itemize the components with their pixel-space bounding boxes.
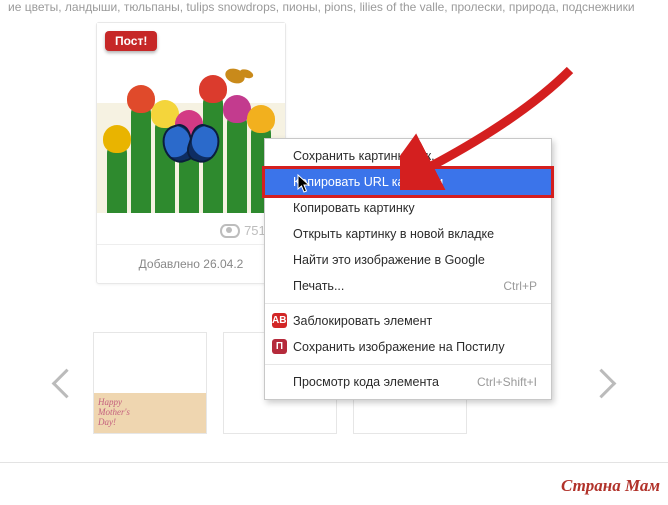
ctx-item-label: Просмотр кода элемента	[293, 375, 439, 389]
post-meta: 7510	[97, 213, 285, 245]
views-icon	[220, 224, 240, 238]
butterfly-small-icon	[223, 66, 247, 86]
context-menu: Сохранить картинку как... Копировать URL…	[264, 138, 552, 400]
abp-icon: ABP	[272, 313, 287, 328]
ctx-item-label: Открыть картинку в новой вкладке	[293, 227, 494, 241]
ctx-item-label: Найти это изображение в Google	[293, 253, 485, 267]
ctx-inspect-element[interactable]: Просмотр кода элемента Ctrl+Shift+I	[265, 369, 551, 395]
divider	[0, 462, 668, 463]
post-card[interactable]: Пост! 7510 Добавлено 26.04.2	[96, 22, 286, 284]
post-badge[interactable]: Пост!	[105, 31, 157, 51]
added-date: Добавлено 26.04.2	[97, 245, 285, 283]
thumbnail-item[interactable]	[93, 332, 207, 434]
ctx-search-image-google[interactable]: Найти это изображение в Google	[265, 247, 551, 273]
butterfly-icon	[163, 123, 219, 163]
ctx-copy-image[interactable]: Копировать картинку	[265, 195, 551, 221]
ctx-item-label: Копировать картинку	[293, 201, 415, 215]
carousel-next-icon[interactable]	[587, 368, 617, 398]
ctx-item-label: Копировать URL картинки	[293, 175, 443, 189]
context-menu-group-dev: Просмотр кода элемента Ctrl+Shift+I	[265, 365, 551, 399]
ctx-item-shortcut: Ctrl+P	[503, 279, 537, 293]
ctx-item-label: Сохранить картинку как...	[293, 149, 442, 163]
ctx-item-shortcut: Ctrl+Shift+I	[477, 375, 537, 389]
carousel-prev-icon[interactable]	[52, 368, 82, 398]
ctx-open-image-new-tab[interactable]: Открыть картинку в новой вкладке	[265, 221, 551, 247]
ctx-copy-image-url[interactable]: Копировать URL картинки	[262, 166, 554, 198]
ctx-print[interactable]: Печать... Ctrl+P	[265, 273, 551, 299]
ctx-item-label: Сохранить изображение на Постилу	[293, 340, 505, 354]
ctx-item-label: Печать...	[293, 279, 344, 293]
stage: Пост! 7510 Добавлено 26.04.2 Страна Мам …	[0, 0, 668, 505]
context-menu-group-extensions: ABP Заблокировать элемент П Сохранить из…	[265, 304, 551, 364]
postila-icon: П	[272, 339, 287, 354]
ctx-block-element[interactable]: ABP Заблокировать элемент	[265, 308, 551, 334]
context-menu-group-image: Сохранить картинку как... Копировать URL…	[265, 139, 551, 303]
ctx-save-to-postila[interactable]: П Сохранить изображение на Постилу	[265, 334, 551, 360]
ctx-item-label: Заблокировать элемент	[293, 314, 432, 328]
site-watermark: Страна Мам	[561, 476, 660, 496]
post-image[interactable]: Пост!	[97, 23, 285, 213]
